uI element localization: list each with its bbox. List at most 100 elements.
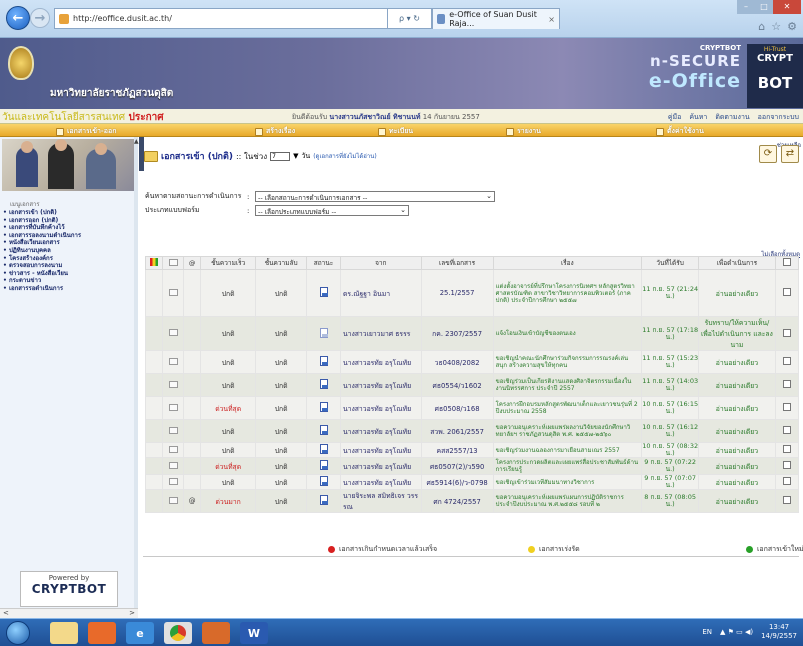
row-checkbox[interactable] bbox=[782, 426, 791, 434]
tray-icons[interactable]: ▲ ⚑ ▭ ◀) bbox=[720, 628, 753, 636]
menu-item-settings[interactable]: ตั้งค่าใช้งาน bbox=[656, 126, 704, 137]
manual-link[interactable]: คู่มือ bbox=[668, 112, 682, 123]
start-button[interactable] bbox=[6, 621, 30, 645]
envelope-cell[interactable] bbox=[161, 350, 185, 374]
envelope-cell[interactable] bbox=[161, 316, 185, 351]
logout-link[interactable]: ออกจากระบบ bbox=[758, 112, 799, 123]
unread-link[interactable]: (ดูเอกสารที่ยังไม่ได้อ่าน) bbox=[313, 151, 376, 161]
sidebar-item-board[interactable]: กระดานข่าว bbox=[3, 277, 81, 285]
envelope-cell[interactable] bbox=[161, 269, 185, 317]
subject-cell[interactable]: ขอเชิญนำคณะนักศึกษาร่วมกิจกรรมการรณรงค์เ… bbox=[492, 350, 643, 374]
form-type-select[interactable]: -- เลือกประเภทแบบฟอร์ม -- ⌄ bbox=[255, 205, 409, 216]
minimize-button[interactable]: – bbox=[737, 0, 755, 14]
subject-cell[interactable]: ขอความอนุเคราะห์เผยแพร่แผนการปฏิบัติราชก… bbox=[492, 489, 643, 513]
subject-cell[interactable]: ขอเชิญร่วมเป็นเกียรติงานแสดงศิลาจิตรกรรม… bbox=[492, 373, 643, 397]
status-filter-select[interactable]: -- เลือกสถานะการดำเนินการเอกสาร -- ⌄ bbox=[255, 191, 495, 202]
subject-cell[interactable]: ขอความอนุเคราะห์เผยแพร่ผลงานวิจัยของนักศ… bbox=[492, 419, 643, 443]
envelope-cell[interactable] bbox=[161, 442, 185, 458]
secret-header[interactable]: ชั้นความลับ bbox=[255, 256, 308, 270]
address-bar[interactable]: http://eoffice.dusit.ac.th/ bbox=[54, 8, 388, 29]
sidebar-item-news[interactable]: ข่าวสาร - หนังสือเวียน bbox=[3, 270, 81, 278]
taskbar-word-icon[interactable]: W bbox=[240, 622, 268, 644]
back-button[interactable]: ← bbox=[6, 6, 30, 30]
taskbar-explorer-icon[interactable] bbox=[50, 622, 78, 644]
search-link[interactable]: ค้นหา bbox=[689, 112, 707, 123]
dropdown-arrow-icon[interactable]: ▼ bbox=[293, 152, 298, 160]
docno-header[interactable]: เลขที่เอกสาร bbox=[420, 256, 494, 270]
envelope-cell[interactable] bbox=[161, 419, 185, 443]
menu-item-report[interactable]: รายงาน bbox=[506, 126, 541, 137]
attach-cell[interactable] bbox=[183, 373, 202, 397]
row-checkbox[interactable] bbox=[782, 477, 791, 485]
envelope-cell[interactable] bbox=[161, 489, 185, 513]
menu-item-documents[interactable]: เอกสารเข้า-ออก bbox=[56, 126, 116, 137]
subject-cell[interactable]: ขอเชิญร่วมงานฉลองการมาเยือนสามเณร 2557 bbox=[492, 442, 643, 458]
home-icon[interactable]: ⌂ bbox=[758, 20, 765, 33]
row-checkbox[interactable] bbox=[782, 403, 791, 411]
taskbar-ie-icon[interactable]: e bbox=[126, 622, 154, 644]
sidebar-item-circular[interactable]: หนังสือเวียนเอกสาร bbox=[3, 239, 81, 247]
taskbar-chrome-icon[interactable] bbox=[164, 622, 192, 644]
attach-cell[interactable]: @ bbox=[183, 489, 202, 513]
attach-cell[interactable] bbox=[183, 350, 202, 374]
table-row[interactable]: ปกติ ปกติ นางสาวอรทัย อรุโณทัย คสส2557/13 ขอ… bbox=[145, 442, 800, 458]
close-window-button[interactable]: ✕ bbox=[773, 0, 801, 14]
select-all-checkbox[interactable] bbox=[782, 258, 791, 266]
sidebar-item-pending[interactable]: เอกสารรอดำเนินการ bbox=[3, 285, 81, 293]
row-checkbox[interactable] bbox=[782, 445, 791, 453]
from-header[interactable]: จาก bbox=[340, 256, 422, 270]
table-row[interactable]: ปกติ ปกติ นางสาวเยาวมาศ ธรรร กค. 2307/2557 แ… bbox=[145, 316, 800, 351]
export-button[interactable]: ⇄ bbox=[781, 145, 799, 163]
subject-cell[interactable]: แจ้งโอนเงินเข้าบัญชีของตนเอง bbox=[492, 316, 643, 351]
row-checkbox[interactable] bbox=[782, 380, 791, 388]
action-header[interactable]: เพื่อดำเนินการ bbox=[698, 256, 776, 270]
taskbar-media-icon[interactable] bbox=[88, 622, 116, 644]
sidebar-scrollbar[interactable] bbox=[134, 137, 138, 608]
subject-cell[interactable]: ขอเชิญเข้าร่วมเวทีสัมมนาทางวิชาการ bbox=[492, 474, 643, 490]
subject-cell[interactable]: แต่งตั้งอาจารย์ที่ปรึกษาโครงการนิเทศฯ หล… bbox=[492, 269, 643, 317]
attach-cell[interactable] bbox=[183, 316, 202, 351]
sidebar-horizontal-scrollbar[interactable]: < > bbox=[0, 608, 138, 618]
attach-cell[interactable] bbox=[183, 457, 202, 475]
maximize-button[interactable]: □ bbox=[755, 0, 773, 14]
received-header[interactable]: วันที่ได้รับ bbox=[641, 256, 700, 270]
refresh-button[interactable]: ⟳ bbox=[759, 145, 777, 163]
table-row[interactable]: ปกติ ปกติ นางสาวอรทัย อรุโณทัย สวพ. 2061/25… bbox=[145, 419, 800, 443]
sidebar-item-org-structure[interactable]: โครงสร้างองค์กร bbox=[3, 255, 81, 263]
envelope-cell[interactable] bbox=[161, 396, 185, 420]
status-header[interactable]: สถานะ bbox=[306, 256, 341, 270]
browser-tab[interactable]: e-Office of Suan Dusit Raja... × bbox=[432, 8, 560, 29]
row-checkbox[interactable] bbox=[782, 357, 791, 365]
attach-cell[interactable] bbox=[183, 419, 202, 443]
table-row[interactable]: ปกติ ปกติ นางสาวอรทัย อรุโณทัย ศธ5914(6)/ว-… bbox=[145, 474, 800, 490]
track-work-link[interactable]: ติดตามงาน bbox=[715, 112, 749, 123]
clock[interactable]: 13:47 14/9/2557 bbox=[761, 623, 797, 641]
menu-item-registry[interactable]: ทะเบียน bbox=[378, 126, 413, 137]
menu-item-create[interactable]: สร้างเรื่อง bbox=[255, 126, 295, 137]
sidebar-item-incoming[interactable]: เอกสารเข้า (ปกติ) bbox=[3, 209, 81, 217]
favorites-star-icon[interactable]: ☆ bbox=[771, 20, 781, 33]
attach-cell[interactable] bbox=[183, 396, 202, 420]
attach-cell[interactable] bbox=[183, 442, 202, 458]
table-row[interactable]: ด่วนที่สุด ปกติ นางสาวอรทัย อรุโณทัย ศธ0507… bbox=[145, 457, 800, 475]
language-indicator[interactable]: EN bbox=[702, 628, 712, 636]
settings-gear-icon[interactable]: ⚙ bbox=[787, 20, 797, 33]
sidebar-item-calendar[interactable]: ปฏิทินงานบุคคล bbox=[3, 247, 81, 255]
envelope-cell[interactable] bbox=[161, 474, 185, 490]
taskbar-firefox-icon[interactable] bbox=[202, 622, 230, 644]
table-row[interactable]: ด่วนที่สุด ปกติ นางสาวอรทัย อรุโณทัย ศธ0508… bbox=[145, 396, 800, 420]
scroll-right-icon[interactable]: > bbox=[129, 609, 135, 617]
subject-header[interactable]: เรื่อง bbox=[492, 256, 643, 270]
subject-cell[interactable]: โครงการฝึกอบรมหลักสูตรพัฒนาเด็กและเยาวชน… bbox=[492, 396, 643, 420]
address-bar-tools[interactable]: ρ ▾ ↻ bbox=[388, 8, 432, 29]
speed-header[interactable]: ชั้นความเร็ว bbox=[200, 256, 257, 270]
table-row[interactable]: @ ด่วนมาก ปกติ นายจิระพล สมิทธิเจร วรรรณ ศก … bbox=[145, 489, 800, 513]
attach-cell[interactable] bbox=[183, 269, 202, 317]
period-select[interactable]: 7 bbox=[270, 151, 291, 161]
row-checkbox[interactable] bbox=[782, 328, 791, 337]
row-checkbox[interactable] bbox=[782, 496, 791, 504]
subject-cell[interactable]: โครงการประกวดผลิตและเผยแพร่สื่อประชาสัมพ… bbox=[492, 457, 643, 475]
attach-cell[interactable] bbox=[183, 474, 202, 490]
table-row[interactable]: ปกติ ปกติ นางสาวอรทัย อรุโณทัย วธ0408/2082 ข… bbox=[145, 350, 800, 374]
scroll-up-icon[interactable]: ▲ bbox=[134, 138, 139, 145]
